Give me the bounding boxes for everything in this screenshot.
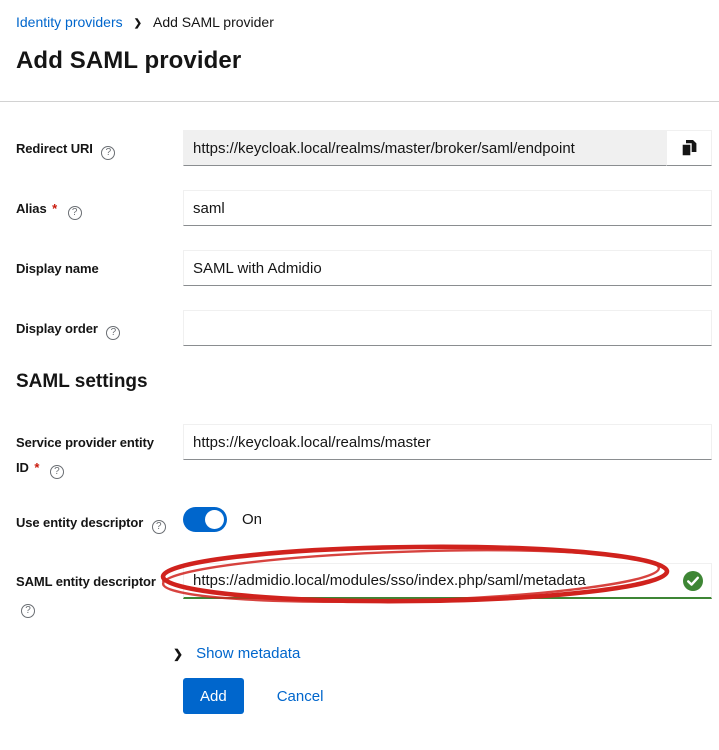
help-icon[interactable]: ? bbox=[21, 604, 35, 618]
required-marker: * bbox=[159, 574, 168, 589]
use-entity-descriptor-toggle[interactable] bbox=[183, 507, 227, 532]
use-entity-descriptor-label-text: Use entity descriptor bbox=[16, 515, 143, 530]
display-name-input[interactable] bbox=[183, 250, 712, 286]
show-metadata-expander[interactable]: ❯ Show metadata bbox=[173, 645, 712, 662]
add-saml-provider-form: Redirect URI ? Alias * ? Dis bbox=[0, 102, 719, 714]
display-order-input[interactable] bbox=[183, 310, 712, 346]
alias-input[interactable] bbox=[183, 190, 712, 226]
breadcrumb-link-identity-providers[interactable]: Identity providers bbox=[16, 14, 123, 30]
help-icon[interactable]: ? bbox=[152, 520, 166, 534]
breadcrumb-current: Add SAML provider bbox=[153, 14, 274, 30]
alias-label-text: Alias bbox=[16, 201, 47, 216]
display-order-row: Display order ? bbox=[16, 310, 712, 346]
chevron-right-icon: ❯ bbox=[173, 647, 183, 661]
breadcrumb: Identity providers ❯ Add SAML provider bbox=[0, 0, 719, 30]
copy-button[interactable] bbox=[667, 130, 712, 166]
sp-entity-id-label: Service provider entity ID * ? bbox=[16, 424, 183, 480]
sp-entity-id-row: Service provider entity ID * ? bbox=[16, 424, 712, 480]
display-order-label-text: Display order bbox=[16, 321, 98, 336]
saml-entity-descriptor-label: SAML entity descriptor * ? bbox=[16, 563, 183, 619]
redirect-uri-input[interactable] bbox=[183, 130, 667, 166]
sp-entity-id-input[interactable] bbox=[183, 424, 712, 460]
display-name-row: Display name bbox=[16, 250, 712, 286]
cancel-link[interactable]: Cancel bbox=[277, 688, 324, 705]
alias-row: Alias * ? bbox=[16, 190, 712, 226]
display-name-label: Display name bbox=[16, 250, 183, 281]
use-entity-descriptor-label: Use entity descriptor ? bbox=[16, 504, 183, 535]
page-title: Add SAML provider bbox=[16, 47, 719, 75]
saml-settings-heading: SAML settings bbox=[16, 370, 712, 394]
saml-entity-descriptor-row: SAML entity descriptor * ? bbox=[16, 563, 712, 619]
toggle-knob bbox=[205, 510, 224, 529]
help-icon[interactable]: ? bbox=[101, 146, 115, 160]
copy-icon bbox=[681, 139, 697, 157]
saml-entity-descriptor-label-text: SAML entity descriptor bbox=[16, 574, 156, 589]
help-icon[interactable]: ? bbox=[68, 206, 82, 220]
redirect-uri-label: Redirect URI ? bbox=[16, 130, 183, 161]
help-icon[interactable]: ? bbox=[106, 326, 120, 340]
redirect-uri-label-text: Redirect URI bbox=[16, 141, 93, 156]
success-check-icon bbox=[683, 571, 703, 591]
use-entity-descriptor-field: On bbox=[183, 504, 712, 532]
toggle-state-label: On bbox=[242, 511, 262, 528]
add-button[interactable]: Add bbox=[183, 678, 244, 714]
form-actions: Add Cancel bbox=[183, 678, 712, 714]
redirect-uri-field-group bbox=[183, 130, 712, 166]
required-marker: * bbox=[50, 201, 59, 216]
required-marker: * bbox=[32, 460, 41, 475]
saml-entity-descriptor-input[interactable] bbox=[183, 563, 712, 599]
show-metadata-link[interactable]: Show metadata bbox=[196, 645, 300, 662]
alias-label: Alias * ? bbox=[16, 190, 183, 221]
breadcrumb-separator-icon: ❯ bbox=[134, 18, 142, 29]
saml-entity-descriptor-field bbox=[183, 563, 712, 599]
redirect-uri-row: Redirect URI ? bbox=[16, 130, 712, 166]
display-order-label: Display order ? bbox=[16, 310, 183, 341]
use-entity-descriptor-row: Use entity descriptor ? On bbox=[16, 504, 712, 535]
help-icon[interactable]: ? bbox=[50, 465, 64, 479]
display-name-label-text: Display name bbox=[16, 261, 99, 276]
